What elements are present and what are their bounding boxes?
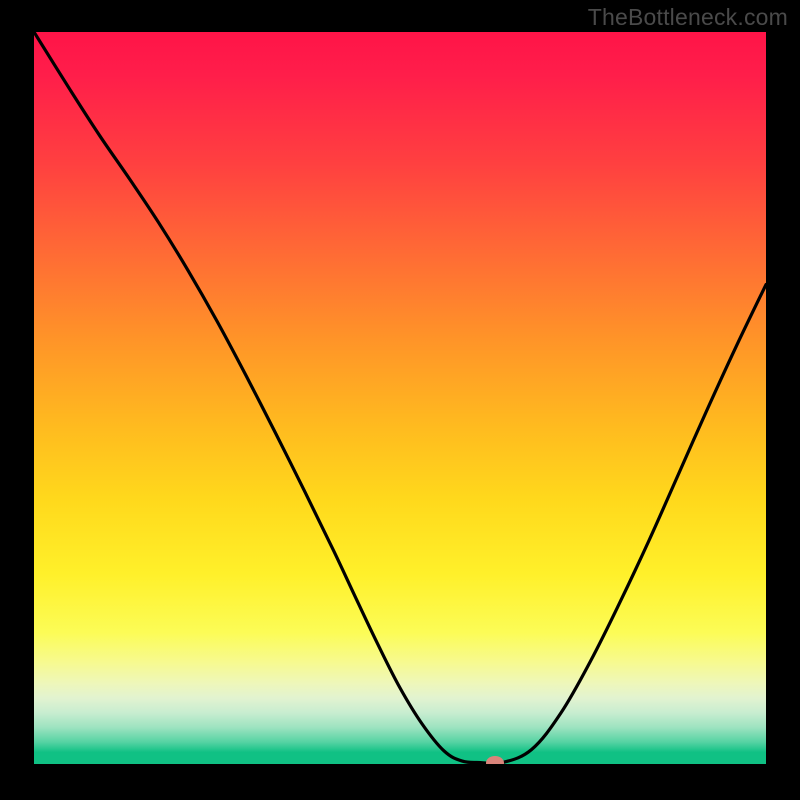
watermark-text: TheBottleneck.com	[588, 4, 788, 31]
chart-curve	[34, 32, 766, 764]
plot-area	[34, 32, 766, 764]
